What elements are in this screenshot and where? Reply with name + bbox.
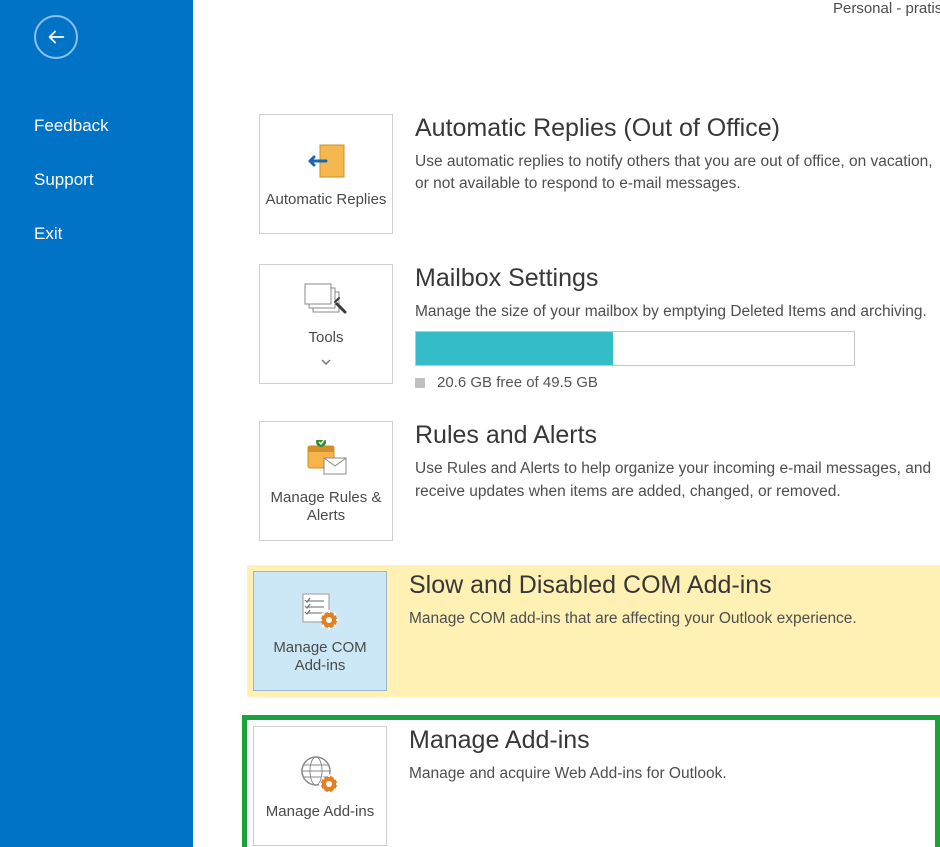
sidebar-item-support[interactable]: Support xyxy=(34,153,193,207)
section-desc: Manage COM add-ins that are affecting yo… xyxy=(409,608,940,630)
chevron-down-icon xyxy=(321,352,331,371)
tile-label: Tools xyxy=(308,329,343,348)
tile-label: Automatic Replies xyxy=(266,191,387,210)
arrow-left-icon xyxy=(45,26,67,48)
section-title: Automatic Replies (Out of Office) xyxy=(415,114,934,143)
section-manage-addins: Manage Add-ins Manage Add-ins Manage and… xyxy=(242,715,940,847)
tile-automatic-replies[interactable]: Automatic Replies xyxy=(259,114,393,234)
sidebar-nav: Feedback Support Exit xyxy=(0,99,193,261)
tile-tools[interactable]: Tools xyxy=(259,264,393,384)
section-desc: Use Rules and Alerts to help organize yo… xyxy=(415,458,934,503)
tile-manage-addins[interactable]: Manage Add-ins xyxy=(253,726,387,846)
section-com-addins: Manage COM Add-ins Slow and Disabled COM… xyxy=(247,565,940,697)
back-button[interactable] xyxy=(34,15,78,59)
section-mailbox-settings: Tools Mailbox Settings Manage the size o… xyxy=(253,258,940,397)
rules-alerts-icon xyxy=(302,437,350,483)
section-title: Manage Add-ins xyxy=(409,726,929,755)
sidebar-backstage: Feedback Support Exit xyxy=(0,0,193,847)
section-desc: Manage the size of your mailbox by empty… xyxy=(415,301,934,323)
section-title: Rules and Alerts xyxy=(415,421,934,450)
section-title: Slow and Disabled COM Add-ins xyxy=(409,571,940,600)
storage-legend: 20.6 GB free of 49.5 GB xyxy=(415,374,934,391)
tile-manage-rules-alerts[interactable]: Manage Rules & Alerts xyxy=(259,421,393,541)
account-sections: Automatic Replies Automatic Replies (Out… xyxy=(253,108,940,847)
storage-progress-fill xyxy=(416,332,613,365)
main-pane: Personal - pratisha@2change.microso Auto… xyxy=(193,0,940,847)
tile-label: Manage Rules & Alerts xyxy=(264,489,388,527)
legend-square-icon xyxy=(415,378,425,388)
section-desc: Manage and acquire Web Add-ins for Outlo… xyxy=(409,763,929,785)
mailbox-storage: 20.6 GB free of 49.5 GB xyxy=(415,331,934,391)
sidebar-item-exit[interactable]: Exit xyxy=(34,207,193,261)
tile-manage-com-addins[interactable]: Manage COM Add-ins xyxy=(253,571,387,691)
section-title: Mailbox Settings xyxy=(415,264,934,293)
app-root: Feedback Support Exit Personal - pratish… xyxy=(0,0,940,847)
account-identity-text: Personal - pratisha@2change.microso xyxy=(833,0,940,17)
manage-addins-icon xyxy=(299,751,341,797)
automatic-replies-icon xyxy=(304,139,348,185)
sidebar-item-feedback[interactable]: Feedback xyxy=(34,99,193,153)
tile-label: Manage Add-ins xyxy=(266,803,374,822)
section-automatic-replies: Automatic Replies Automatic Replies (Out… xyxy=(253,108,940,240)
tools-icon xyxy=(303,277,349,323)
section-desc: Use automatic replies to notify others t… xyxy=(415,151,934,196)
com-addins-icon xyxy=(299,587,341,633)
tile-label: Manage COM Add-ins xyxy=(258,639,382,677)
storage-progress-bar xyxy=(415,331,855,366)
section-rules-alerts: Manage Rules & Alerts Rules and Alerts U… xyxy=(253,415,940,547)
storage-text: 20.6 GB free of 49.5 GB xyxy=(437,374,598,391)
